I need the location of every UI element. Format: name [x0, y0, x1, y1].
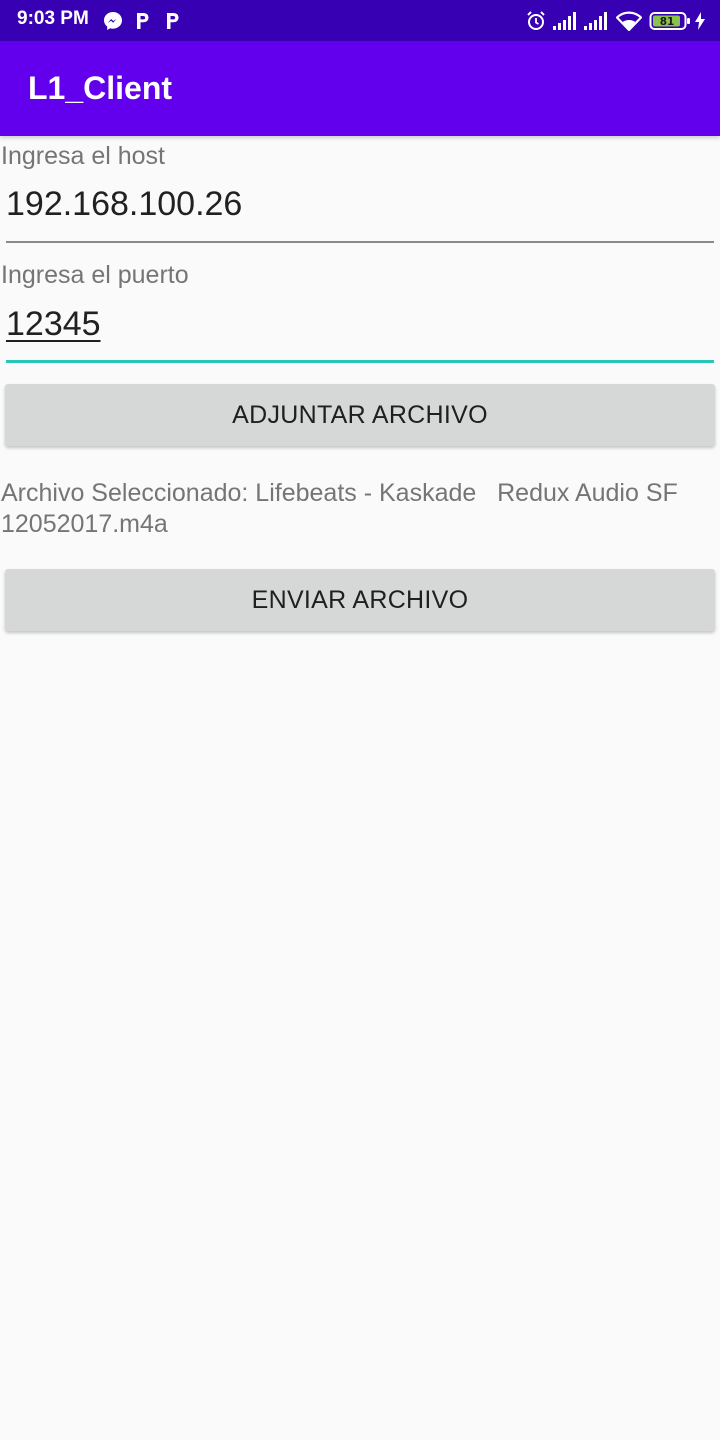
- host-input-value: 192.168.100.26: [6, 185, 243, 223]
- host-input-underline: [6, 241, 714, 243]
- selected-file-line1: Archivo Seleccionado: Lifebeats - Kaskad…: [1, 479, 678, 507]
- host-input[interactable]: 192.168.100.26: [6, 183, 714, 243]
- p-icon: [132, 0, 152, 41]
- selected-file-line2: 12052017.m4a: [1, 510, 168, 538]
- app-title: L1_Client: [28, 70, 173, 106]
- port-input-value: 12345: [6, 305, 101, 343]
- wifi-icon: [615, 0, 643, 41]
- messenger-icon: [102, 0, 124, 41]
- port-label: Ingresa el puerto: [1, 261, 189, 289]
- status-time: 9:03 PM: [17, 8, 89, 29]
- host-label: Ingresa el host: [1, 142, 165, 170]
- attach-file-button[interactable]: ADJUNTAR ARCHIVO: [5, 384, 715, 446]
- signal-icon: [552, 0, 578, 41]
- port-input-underline: [6, 360, 714, 363]
- signal-icon: [583, 0, 609, 41]
- selected-file-text: Archivo Seleccionado: Lifebeats - Kaskad…: [1, 478, 720, 542]
- battery-level: 81: [660, 16, 675, 28]
- send-file-button[interactable]: ENVIAR ARCHIVO: [5, 569, 715, 631]
- battery-icon: 81: [648, 0, 692, 41]
- alarm-icon: [524, 0, 548, 41]
- charging-icon: [692, 0, 708, 41]
- p-icon: [162, 0, 182, 41]
- app-bar: L1_Client: [0, 41, 720, 136]
- status-bar: 9:03 PM 81: [0, 0, 720, 41]
- port-input[interactable]: 12345: [6, 303, 714, 363]
